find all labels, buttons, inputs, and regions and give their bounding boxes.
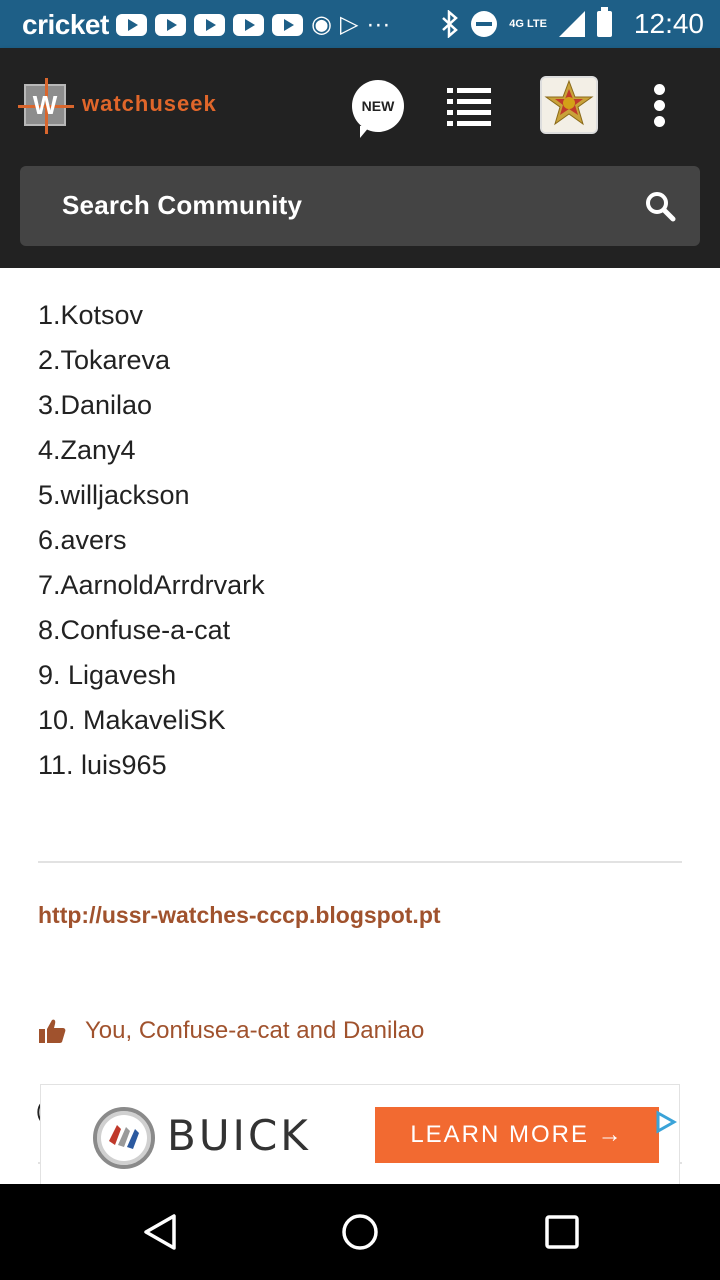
list-item: 10. MakaveliSK <box>38 705 226 735</box>
forum-list-icon[interactable] <box>447 88 491 126</box>
signature-link[interactable]: http://ussr-watches-cccp.blogspot.pt <box>38 902 441 929</box>
list-item: 2.Tokareva <box>38 345 171 375</box>
list-item: 7.AarnoldArrdrvark <box>38 570 265 600</box>
order-star-icon <box>542 78 596 132</box>
app-header: W watchuseek NEW Search Community <box>0 48 720 268</box>
learn-more-button[interactable]: LEARN MORE → <box>375 1107 659 1163</box>
post-content: 1.Kotsov 2.Tokareva 3.Danilao 4.Zany4 5.… <box>0 268 720 1184</box>
youtube-icon <box>116 14 147 36</box>
youtube-icon <box>194 14 225 36</box>
new-label: NEW <box>361 98 395 114</box>
thumbs-up-icon <box>39 1019 66 1043</box>
adchoices-icon[interactable] <box>653 1109 677 1135</box>
home-icon[interactable] <box>340 1212 380 1252</box>
list-item: 9. Ligavesh <box>38 660 177 690</box>
navigation-bar <box>0 1184 720 1280</box>
watchuseek-logo-icon[interactable]: W <box>18 78 74 134</box>
sync-icon: ◉ <box>311 11 332 38</box>
brand-name[interactable]: watchuseek <box>82 91 217 117</box>
ad-brand: BUICK <box>167 1111 311 1160</box>
user-avatar[interactable] <box>540 76 598 134</box>
overflow-menu-icon[interactable] <box>654 84 666 128</box>
signal-icon <box>558 11 585 37</box>
recents-icon[interactable] <box>542 1212 582 1252</box>
list-item: 8.Confuse-a-cat <box>38 615 231 645</box>
likes-text[interactable]: You, Confuse-a-cat and Danilao <box>85 1017 424 1045</box>
notification-icons: ◉ ▷ ··· <box>116 10 390 40</box>
carrier-label: cricket <box>22 9 109 40</box>
network-type-label: 4G LTE <box>509 18 547 30</box>
participant-list: 1.Kotsov 2.Tokareva 3.Danilao 4.Zany4 5.… <box>38 293 265 788</box>
battery-icon <box>596 7 612 37</box>
signature-divider <box>38 861 682 863</box>
likes-row[interactable]: You, Confuse-a-cat and Danilao <box>38 1017 424 1045</box>
logo-letter: W <box>32 90 58 120</box>
list-item: 4.Zany4 <box>38 435 136 465</box>
ad-banner[interactable]: BUICK LEARN MORE → <box>40 1084 680 1184</box>
status-clock: 12:40 <box>633 8 704 39</box>
list-item: 3.Danilao <box>38 390 153 420</box>
youtube-icon <box>233 14 264 36</box>
youtube-icon <box>272 14 303 36</box>
buick-logo-icon <box>93 1107 155 1169</box>
search-icon[interactable] <box>644 190 676 222</box>
search-bar[interactable]: Search Community <box>20 166 700 246</box>
back-icon[interactable] <box>140 1212 180 1252</box>
list-item: 11. luis965 <box>38 750 167 780</box>
learn-more-label: LEARN MORE → <box>410 1121 624 1148</box>
list-item: 1.Kotsov <box>38 300 144 330</box>
list-item: 6.avers <box>38 525 127 555</box>
list-item: 5.willjackson <box>38 480 190 510</box>
system-icons: 4G LTE 12:40 <box>441 7 704 40</box>
new-posts-button[interactable]: NEW <box>352 80 404 138</box>
do-not-disturb-icon <box>471 11 498 37</box>
bluetooth-icon <box>442 10 459 38</box>
youtube-icon <box>155 14 186 36</box>
status-bar: cricket ◉ ▷ ··· 4G LTE 12:40 <box>0 0 720 48</box>
more-icon: ··· <box>366 11 391 38</box>
search-input[interactable]: Search Community <box>62 190 302 221</box>
play-store-icon: ▷ <box>339 11 359 38</box>
